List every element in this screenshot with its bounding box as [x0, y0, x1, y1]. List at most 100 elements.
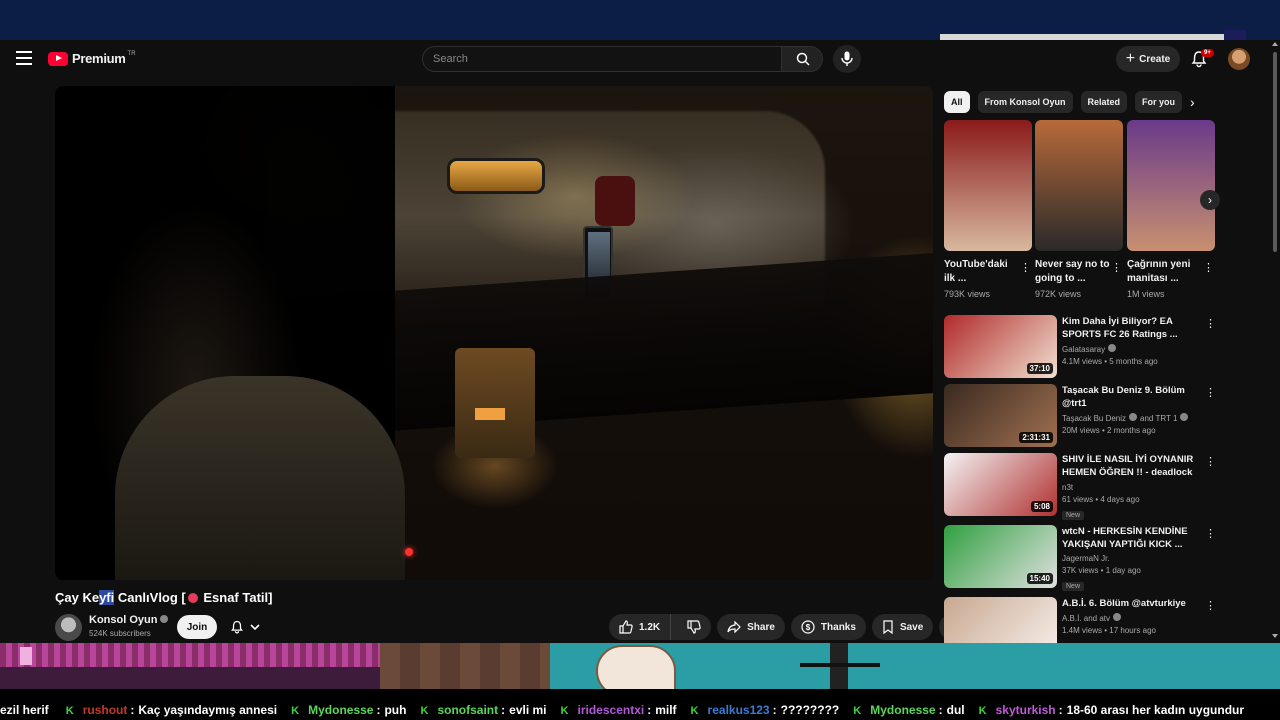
video-thumbnail[interactable]: 2:31:31 — [944, 384, 1057, 447]
chip-related[interactable]: Related — [1080, 91, 1128, 113]
short-title[interactable]: Çağrının yeni manitası ... — [1127, 258, 1203, 286]
search-button[interactable] — [781, 46, 823, 72]
masthead: Premium TR + Create 9+ — [0, 40, 1268, 80]
short-title[interactable]: Never say no to going to ... — [1035, 258, 1111, 286]
more-vertical-icon[interactable]: ⋮ — [1205, 317, 1216, 330]
chip-all[interactable]: All — [944, 91, 970, 113]
chat-username: Mydonesse — [870, 703, 936, 717]
short-card[interactable]: Çağrının yeni manitası ... 1M views ⋮ — [1127, 120, 1215, 299]
dislike-button[interactable] — [677, 614, 711, 640]
channel-name[interactable]: Konsol Oyun — [89, 614, 169, 626]
game-pink-block — [20, 647, 32, 665]
duration-badge: 2:31:31 — [1019, 432, 1053, 443]
video-title[interactable]: Kim Daha İyi Biliyor? EA SPORTS FC 26 Ra… — [1062, 315, 1202, 341]
short-card[interactable]: Never say no to going to ... 972K views ⋮ — [1035, 120, 1123, 299]
chat-text: Kaç yaşındaymış annesi — [138, 703, 278, 717]
short-thumbnail[interactable] — [1127, 120, 1215, 251]
share-label: Share — [747, 621, 775, 633]
create-button[interactable]: + Create — [1116, 46, 1180, 72]
video-meta: wtcN - HERKESİN KENDİNE YAKIŞANI YAPTIĞI… — [1062, 525, 1202, 593]
channel-name-text: Taşacak Bu Deniz — [1062, 414, 1127, 423]
microphone-icon — [841, 51, 853, 66]
scroll-up-arrow-icon[interactable] — [1272, 42, 1278, 46]
chips-next-chevron-icon[interactable]: › — [1190, 94, 1195, 110]
more-vertical-icon[interactable]: ⋮ — [1020, 261, 1031, 274]
thanks-button[interactable]: $ Thanks — [790, 614, 866, 640]
shorts-next-chevron-icon[interactable]: › — [1200, 190, 1220, 210]
recommended-video[interactable]: A.B.İ. 6. Bölüm @atvturkiye A.B.İ. and at… — [944, 597, 1224, 643]
youtube-logo[interactable]: Premium TR — [48, 51, 136, 66]
channel-avatar[interactable] — [55, 614, 82, 641]
more-vertical-icon[interactable]: ⋮ — [1203, 261, 1214, 274]
video-thumbnail[interactable]: 37:10 — [944, 315, 1057, 378]
join-button[interactable]: Join — [177, 615, 217, 639]
more-vertical-icon[interactable]: ⋮ — [1205, 386, 1216, 399]
recommended-video[interactable]: 15:40 wtcN - HERKESİN KENDİNE YAKIŞANI YA… — [944, 525, 1224, 591]
channel-name-text: Konsol Oyun — [89, 614, 158, 626]
short-thumbnail[interactable] — [944, 120, 1032, 251]
notifications-badge: 9+ — [1201, 49, 1214, 57]
chat-text: 18-60 arası her kadın uygundur — [1066, 703, 1245, 717]
video-title[interactable]: wtcN - HERKESİN KENDİNE YAKIŞANI YAPTIĞI… — [1062, 525, 1202, 551]
chat-separator: : — [376, 703, 381, 717]
recommended-video[interactable]: 2:31:31 Taşacak Bu Deniz 9. Bölüm @trt1 Ta… — [944, 384, 1224, 448]
chat-text: milf — [655, 703, 677, 717]
short-card[interactable]: YouTube'daki ilk ... 793K views ⋮ — [944, 120, 1032, 299]
chat-separator: : — [938, 703, 943, 717]
game-post-bar — [800, 663, 880, 667]
channel-name-text: Galatasaray — [1062, 345, 1106, 354]
video-thumbnail[interactable] — [944, 597, 1057, 643]
more-vertical-icon[interactable]: ⋮ — [1205, 527, 1216, 540]
chat-separator: : — [1058, 703, 1063, 717]
recommended-video[interactable]: 37:10 Kim Daha İyi Biliyor? EA SPORTS FC … — [944, 315, 1224, 379]
shorts-shelf: YouTube'daki ilk ... 793K views ⋮ Never say… — [944, 120, 1215, 300]
game-pink-area — [0, 643, 380, 667]
recommended-video[interactable]: 5:08 SHIV İLE NASIL İYİ OYNANIR HEMEN ÖĞR… — [944, 453, 1224, 520]
search-input[interactable] — [423, 47, 781, 71]
like-button[interactable]: 1.2K — [609, 614, 672, 640]
logo-text: Premium — [72, 51, 126, 66]
chat-username: realkus123 — [707, 703, 770, 717]
share-button[interactable]: Share — [717, 614, 785, 640]
video-frame-radio — [455, 348, 535, 458]
channel-name-text: JagermaN Jr. — [1062, 554, 1110, 563]
scrollbar[interactable] — [1270, 40, 1280, 643]
scroll-down-arrow-icon[interactable] — [1272, 634, 1278, 638]
video-meta: A.B.İ. 6. Bölüm @atvturkiye A.B.İ. and at… — [1062, 597, 1202, 635]
video-channel[interactable]: JagermaN Jr. — [1062, 554, 1202, 563]
chat-username: rushout — [82, 703, 128, 717]
video-channel[interactable]: n3t — [1062, 483, 1202, 492]
more-vertical-icon[interactable]: ⋮ — [1111, 261, 1122, 274]
account-avatar[interactable] — [1228, 48, 1250, 70]
duration-badge: 37:10 — [1026, 363, 1053, 374]
video-title[interactable]: SHIV İLE NASIL İYİ OYNANIR HEMEN ÖĞREN !… — [1062, 453, 1202, 480]
youtube-window: Premium TR + Create 9+ Çay Keyfi CanlıV — [0, 40, 1280, 643]
video-channel[interactable]: A.B.İ. and atv — [1062, 613, 1202, 623]
verified-icon — [160, 615, 169, 623]
save-button[interactable]: Save — [871, 614, 934, 640]
video-channel[interactable]: Galatasaray — [1062, 344, 1202, 354]
thumbs-down-icon — [687, 620, 701, 634]
chip-from-channel[interactable]: From Konsol Oyun — [977, 91, 1073, 113]
more-vertical-icon[interactable]: ⋮ — [1205, 455, 1216, 468]
voice-search-button[interactable] — [833, 45, 861, 73]
more-vertical-icon[interactable]: ⋮ — [1205, 599, 1216, 612]
video-title[interactable]: A.B.İ. 6. Bölüm @atvturkiye — [1062, 597, 1202, 610]
video-player[interactable] — [55, 86, 933, 580]
chat-message: K Mydonesse: puh — [277, 703, 406, 717]
create-label: Create — [1139, 53, 1171, 65]
video-title[interactable]: Taşacak Bu Deniz 9. Bölüm @trt1 — [1062, 384, 1202, 410]
video-channel[interactable]: Taşacak Bu Deniz and TRT 1 — [1062, 413, 1202, 423]
video-thumbnail[interactable]: 5:08 — [944, 453, 1057, 516]
subscription-bell-button[interactable] — [226, 616, 270, 638]
menu-icon[interactable] — [16, 51, 32, 65]
video-thumbnail[interactable]: 15:40 — [944, 525, 1057, 588]
kick-badge-icon: K — [560, 705, 569, 717]
filter-chips: All From Konsol Oyun Related For you — [944, 91, 1189, 113]
video-title-selection: yfi — [99, 590, 115, 605]
thanks-icon: $ — [801, 620, 815, 634]
scrollbar-thumb[interactable] — [1273, 52, 1277, 252]
chip-for-you[interactable]: For you — [1135, 91, 1183, 113]
short-thumbnail[interactable] — [1035, 120, 1123, 251]
short-title[interactable]: YouTube'daki ilk ... — [944, 258, 1020, 286]
